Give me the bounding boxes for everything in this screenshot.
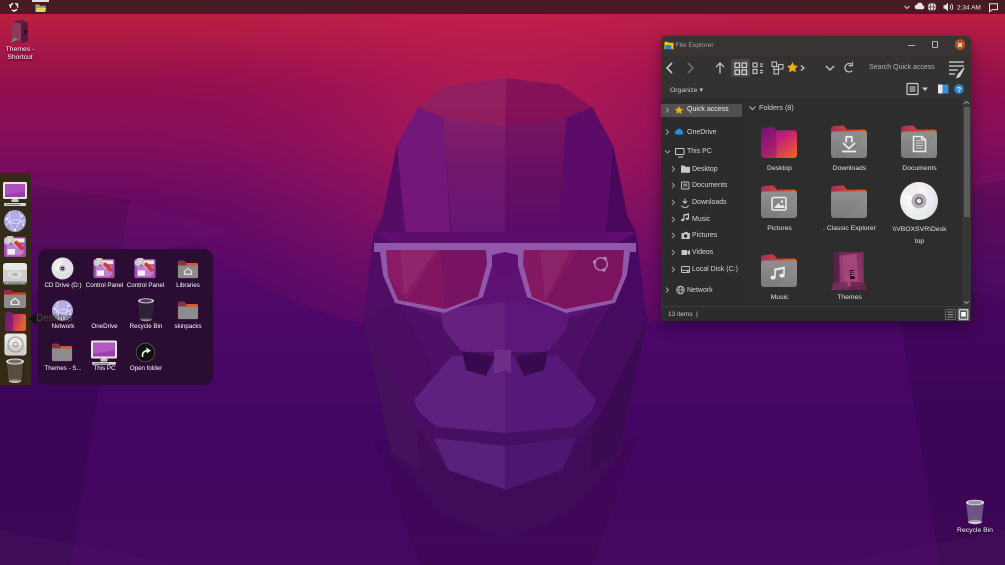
svg-text:2:34 AM: 2:34 AM: [957, 5, 981, 12]
svg-text:?: ?: [957, 85, 962, 94]
